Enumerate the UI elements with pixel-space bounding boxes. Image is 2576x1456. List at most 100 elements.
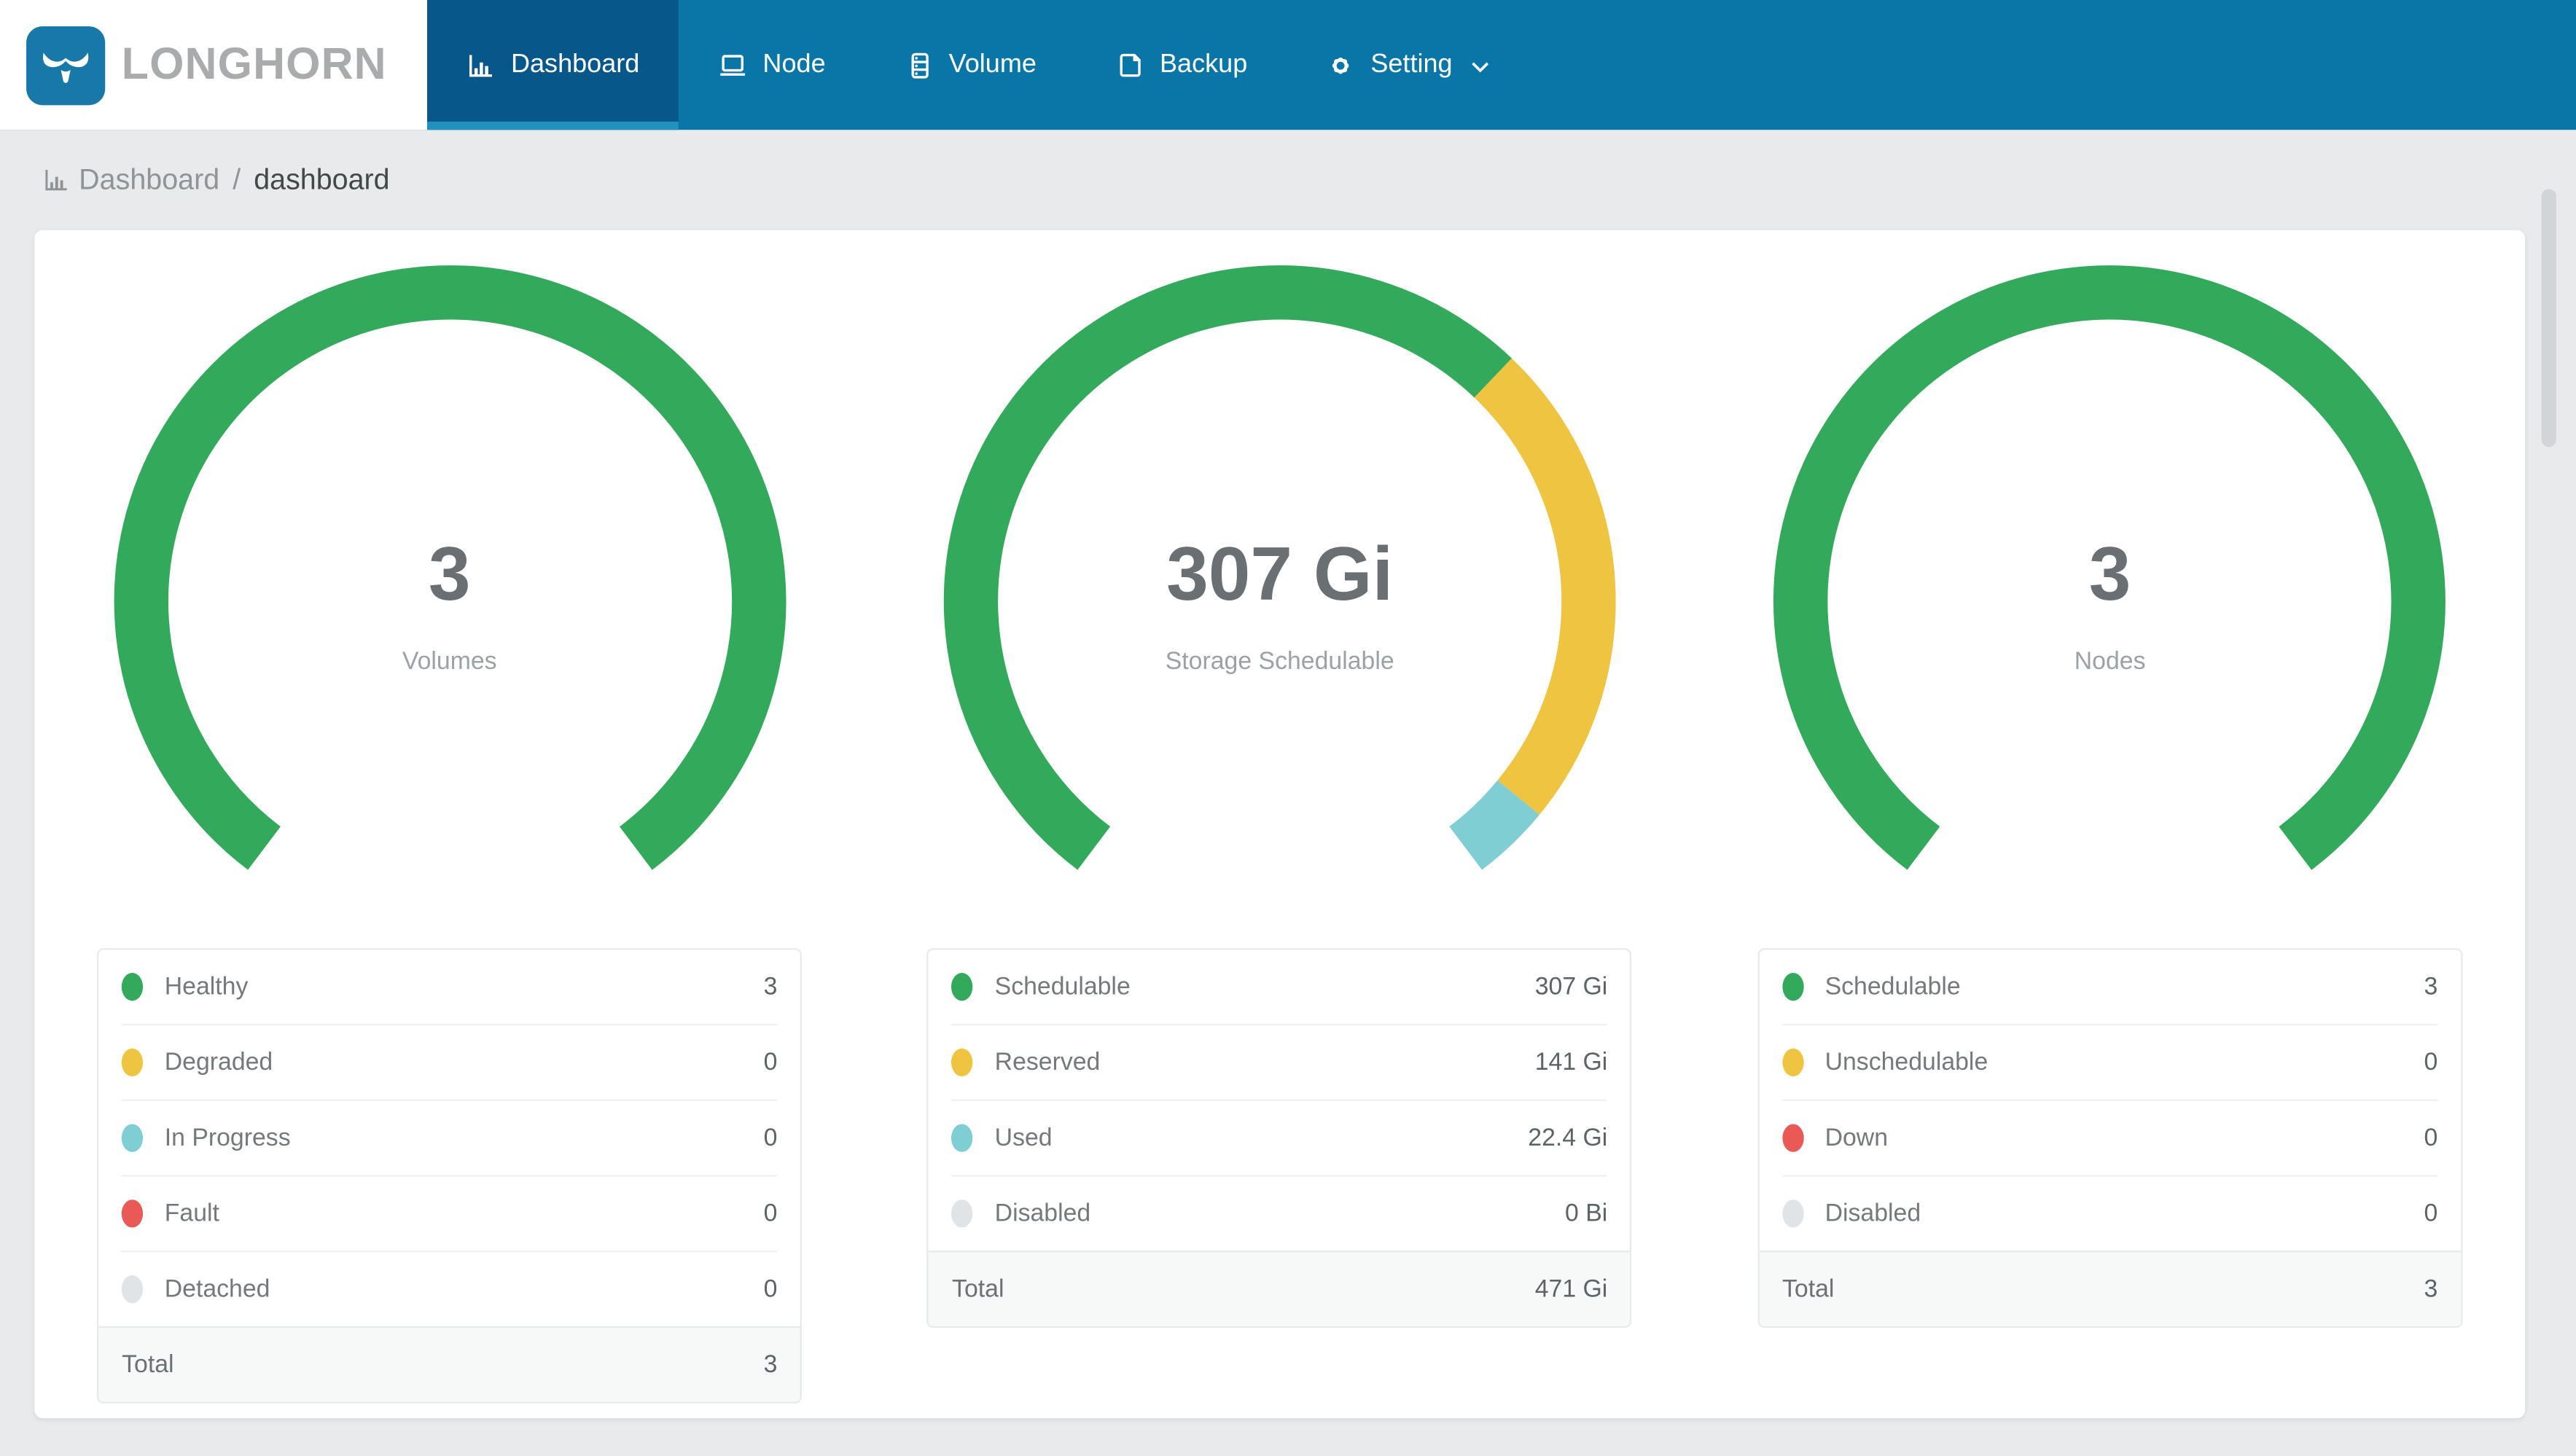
legend-row: In Progress 0 (122, 1101, 778, 1177)
total-value: 3 (763, 1350, 778, 1379)
storage-gauge-arc (943, 265, 1616, 938)
storage-gauge: 307 Gi Storage Schedulable (943, 265, 1617, 939)
disabled-dot (952, 1199, 974, 1228)
legend-label: Detached (164, 1275, 270, 1304)
legend-value: 0 (763, 1124, 778, 1152)
file-icon (1115, 50, 1145, 80)
total-label: Total (122, 1350, 174, 1379)
legend-value: 0 (763, 1048, 778, 1077)
dashboard-card: 3 Volumes Healthy 3 Degraded 0 In Progre… (34, 230, 2526, 1419)
legend-row: Disabled 0 (1781, 1177, 2438, 1250)
legend-row: Reserved 141 Gi (952, 1025, 1608, 1101)
legend-label: Down (1824, 1124, 1889, 1152)
legend-value: 307 Gi (1534, 973, 1608, 1001)
server-icon (905, 50, 934, 80)
bar-chart-icon (43, 166, 71, 194)
volumes-column: 3 Volumes Healthy 3 Degraded 0 In Progre… (34, 230, 864, 1418)
legend-row: Used 22.4 Gi (952, 1101, 1608, 1177)
legend-total-row: Total 3 (98, 1326, 800, 1402)
legend-row: Healthy 3 (122, 950, 778, 1026)
volumes-legend: Healthy 3 Degraded 0 In Progress 0 Fault… (97, 948, 803, 1404)
schedulable-dot (952, 973, 974, 1001)
legend-row: Degraded 0 (122, 1025, 778, 1101)
total-label: Total (952, 1275, 1004, 1304)
legend-total-row: Total 471 Gi (929, 1250, 1631, 1326)
total-value: 471 Gi (1534, 1275, 1608, 1304)
unschedulable-dot (1781, 1048, 1804, 1077)
nav-item-label: Volume (948, 50, 1037, 79)
scrollbar-thumb[interactable] (2541, 189, 2556, 447)
nav-item-node[interactable]: Node (679, 0, 864, 130)
legend-label: Used (994, 1124, 1053, 1152)
nav-item-dashboard[interactable]: Dashboard (426, 0, 680, 130)
healthy-dot (122, 973, 144, 1001)
nav-item-backup[interactable]: Backup (1076, 0, 1287, 130)
total-value: 3 (2424, 1275, 2438, 1304)
main-nav: Dashboard Node Volume Backup Setting (426, 0, 1530, 130)
legend-value: 141 Gi (1534, 1048, 1608, 1077)
legend-value: 0 (2424, 1124, 2438, 1152)
used-dot (952, 1124, 974, 1152)
legend-label: Disabled (1824, 1199, 1921, 1228)
breadcrumb-section[interactable]: Dashboard (79, 163, 219, 197)
nav-item-label: Setting (1370, 50, 1453, 79)
volumes-gauge-arc (113, 265, 786, 938)
down-dot (1781, 1124, 1804, 1152)
legend-value: 0 Bi (1565, 1199, 1608, 1228)
chevron-down-icon (1470, 59, 1490, 76)
reserved-dot (952, 1048, 974, 1077)
logo: LONGHORN (0, 0, 427, 130)
volumes-gauge: 3 Volumes (113, 265, 787, 939)
storage-legend: Schedulable 307 Gi Reserved 141 Gi Used … (927, 948, 1633, 1328)
legend-row: Schedulable 3 (1781, 950, 2438, 1026)
breadcrumb-page: dashboard (254, 163, 390, 196)
longhorn-bull-icon (26, 25, 106, 105)
legend-row: Disabled 0 Bi (952, 1177, 1607, 1250)
legend-label: Disabled (994, 1199, 1091, 1228)
nav-item-volume[interactable]: Volume (865, 0, 1076, 130)
legend-value: 3 (2424, 973, 2438, 1001)
nav-item-setting[interactable]: Setting (1287, 0, 1529, 130)
legend-label: Degraded (164, 1048, 273, 1077)
legend-label: Healthy (164, 973, 249, 1001)
nodes-gauge: 3 Nodes (1773, 265, 2447, 939)
nav-item-label: Node (762, 50, 826, 79)
legend-value: 0 (2424, 1199, 2438, 1228)
nodes-column: 3 Nodes Schedulable 3 Unschedulable 0 Do… (1695, 230, 2525, 1418)
schedulable-dot (1781, 973, 1804, 1001)
bar-chart-icon (467, 50, 496, 80)
legend-label: Unschedulable (1824, 1048, 1988, 1077)
legend-value: 0 (2424, 1048, 2438, 1077)
breadcrumb: Dashboard / dashboard (0, 130, 2576, 230)
legend-value: 3 (763, 973, 778, 1001)
nav-item-label: Backup (1159, 50, 1248, 79)
degraded-dot (122, 1048, 144, 1077)
legend-label: Schedulable (1824, 973, 1961, 1001)
legend-label: Schedulable (994, 973, 1131, 1001)
nodes-legend: Schedulable 3 Unschedulable 0 Down 0 Dis… (1757, 948, 2463, 1328)
legend-value: 0 (763, 1199, 778, 1228)
fault-dot (122, 1199, 144, 1228)
nodes-gauge-arc (1773, 265, 2446, 938)
legend-label: In Progress (164, 1124, 291, 1152)
detached-dot (122, 1275, 144, 1304)
disabled-dot (1781, 1199, 1804, 1228)
breadcrumb-separator: / (233, 163, 241, 196)
legend-row: Detached 0 (122, 1252, 777, 1326)
top-navbar: LONGHORN Dashboard Node Volume Backup Se… (0, 0, 2576, 130)
legend-label: Reserved (994, 1048, 1101, 1077)
legend-row: Unschedulable 0 (1781, 1025, 2438, 1101)
legend-row: Fault 0 (122, 1177, 778, 1253)
total-label: Total (1781, 1275, 1835, 1304)
gear-icon (1326, 50, 1356, 80)
nav-item-label: Dashboard (510, 50, 640, 79)
laptop-icon (719, 50, 749, 80)
in-progress-dot (122, 1124, 144, 1152)
legend-row: Schedulable 307 Gi (952, 950, 1608, 1026)
brand-name: LONGHORN (121, 39, 387, 89)
legend-value: 0 (763, 1275, 778, 1304)
legend-total-row: Total 3 (1759, 1250, 2461, 1326)
storage-column: 307 Gi Storage Schedulable Schedulable 3… (864, 230, 1695, 1418)
legend-row: Down 0 (1781, 1101, 2438, 1177)
page: LONGHORN Dashboard Node Volume Backup Se… (0, 0, 2576, 1456)
